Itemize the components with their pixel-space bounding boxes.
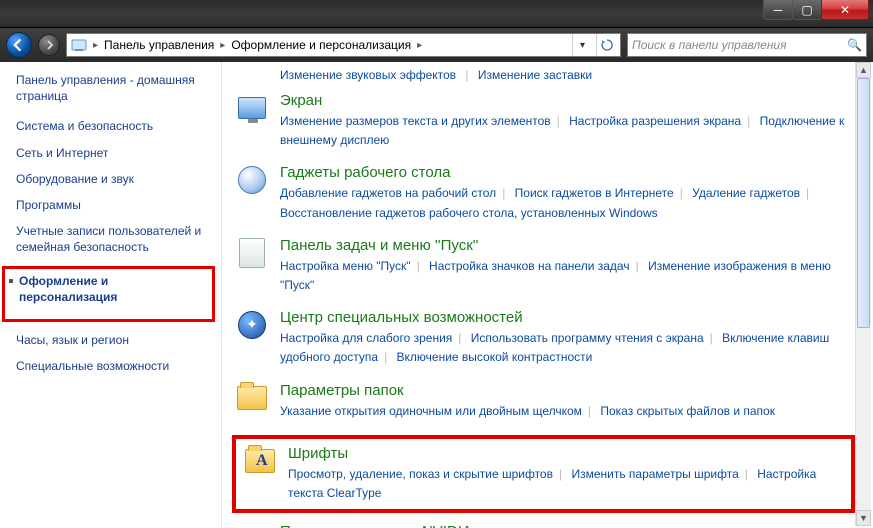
taskbar-icon bbox=[236, 237, 268, 269]
search-placeholder: Поиск в панели управления bbox=[632, 38, 787, 52]
sidebar-item-programs[interactable]: Программы bbox=[16, 197, 209, 213]
minimize-button[interactable]: ─ bbox=[763, 0, 793, 20]
maximize-button[interactable]: ▢ bbox=[792, 0, 822, 20]
category-folder-options: Параметры папок Указание открытия одиноч… bbox=[236, 382, 855, 421]
category-title[interactable]: Панель управления NVIDIA bbox=[280, 523, 855, 528]
link-click-mode[interactable]: Указание открытия одиночным или двойным … bbox=[280, 404, 582, 418]
link-hidden-files[interactable]: Показ скрытых файлов и папок bbox=[600, 404, 775, 418]
category-title[interactable]: Центр специальных возможностей bbox=[280, 309, 855, 326]
arrow-left-icon bbox=[12, 38, 26, 52]
address-breadcrumb[interactable]: ▸ Панель управления ▸ Оформление и персо… bbox=[66, 33, 621, 57]
link-screensaver[interactable]: Изменение заставки bbox=[478, 68, 592, 82]
fonts-icon: A bbox=[244, 445, 276, 477]
refresh-button[interactable] bbox=[596, 34, 616, 56]
category-fonts: A Шрифты Просмотр, удаление, показ и скр… bbox=[244, 445, 843, 503]
sidebar-item-appearance-current: Оформление и персонализация bbox=[19, 273, 206, 305]
sidebar-item-ease-of-access[interactable]: Специальные возможности bbox=[16, 358, 209, 374]
link-restore-gadgets[interactable]: Восстановление гаджетов рабочего стола, … bbox=[280, 206, 658, 220]
link-font-settings[interactable]: Изменить параметры шрифта bbox=[571, 467, 738, 481]
sidebar-navigation: Панель управления - домашняя страница Си… bbox=[0, 62, 222, 528]
category-gadgets: Гаджеты рабочего стола Добавление гаджет… bbox=[236, 164, 855, 222]
link-sound-effects[interactable]: Изменение звуковых эффектов bbox=[280, 68, 456, 82]
chevron-right-icon: ▸ bbox=[218, 40, 227, 51]
arrow-right-icon bbox=[44, 40, 54, 50]
address-toolbar: ▸ Панель управления ▸ Оформление и персо… bbox=[0, 28, 873, 62]
window-buttons: ─ ▢ ✕ bbox=[764, 0, 869, 20]
highlight-box-fonts: A Шрифты Просмотр, удаление, показ и скр… bbox=[232, 435, 855, 513]
category-ease-of-access: Центр специальных возможностей Настройка… bbox=[236, 309, 855, 367]
link-add-gadgets[interactable]: Добавление гаджетов на рабочий стол bbox=[280, 186, 496, 200]
link-taskbar-icons[interactable]: Настройка значков на панели задач bbox=[429, 259, 630, 273]
sidebar-home-link[interactable]: Панель управления - домашняя страница bbox=[16, 72, 209, 104]
category-title[interactable]: Параметры папок bbox=[280, 382, 855, 399]
link-low-vision[interactable]: Настройка для слабого зрения bbox=[280, 331, 452, 345]
sidebar-item-user-accounts[interactable]: Учетные записи пользователей и семейная … bbox=[16, 223, 209, 255]
breadcrumb-item[interactable]: Панель управления bbox=[104, 38, 214, 52]
link-start-menu[interactable]: Настройка меню "Пуск" bbox=[280, 259, 411, 273]
category-display: Экран Изменение размеров текста и других… bbox=[236, 92, 855, 150]
sidebar-item-clock-language[interactable]: Часы, язык и регион bbox=[16, 332, 209, 348]
search-input[interactable]: Поиск в панели управления 🔍 bbox=[627, 33, 867, 57]
sidebar-item-network[interactable]: Сеть и Интернет bbox=[16, 145, 209, 161]
scroll-down-button[interactable]: ▼ bbox=[856, 510, 871, 526]
refresh-icon bbox=[601, 39, 613, 51]
personalization-trailing-links: Изменение звуковых эффектов | Изменение … bbox=[236, 68, 855, 82]
breadcrumb-item[interactable]: Оформление и персонализация bbox=[231, 38, 411, 52]
category-taskbar: Панель задач и меню ''Пуск'' Настройка м… bbox=[236, 237, 855, 295]
link-high-contrast[interactable]: Включение высокой контрастности bbox=[397, 350, 593, 364]
nvidia-icon bbox=[236, 523, 268, 528]
gadget-icon bbox=[236, 164, 268, 196]
category-nvidia: Панель управления NVIDIA bbox=[236, 523, 855, 528]
sidebar-item-system-security[interactable]: Система и безопасность bbox=[16, 118, 209, 134]
nav-forward-button[interactable] bbox=[38, 34, 60, 56]
category-title[interactable]: Гаджеты рабочего стола bbox=[280, 164, 855, 181]
category-list: Изменение звуковых эффектов | Изменение … bbox=[222, 62, 873, 528]
link-resolution[interactable]: Настройка разрешения экрана bbox=[569, 114, 741, 128]
current-bullet-icon bbox=[9, 279, 13, 283]
highlight-box-sidebar: Оформление и персонализация bbox=[2, 266, 215, 322]
category-title[interactable]: Экран bbox=[280, 92, 855, 109]
link-remove-gadgets[interactable]: Удаление гаджетов bbox=[692, 186, 800, 200]
link-screen-reader[interactable]: Использовать программу чтения с экрана bbox=[471, 331, 704, 345]
scroll-up-button[interactable]: ▲ bbox=[856, 62, 871, 78]
folder-icon bbox=[236, 382, 268, 414]
scroll-thumb[interactable] bbox=[857, 78, 870, 328]
window-titlebar: ─ ▢ ✕ bbox=[0, 0, 873, 28]
link-view-fonts[interactable]: Просмотр, удаление, показ и скрытие шриф… bbox=[288, 467, 553, 481]
monitor-icon bbox=[236, 92, 268, 124]
main-content-area: Панель управления - домашняя страница Си… bbox=[0, 62, 873, 528]
chevron-right-icon: ▸ bbox=[91, 40, 100, 51]
history-dropdown-button[interactable]: ▾ bbox=[572, 34, 592, 56]
close-button[interactable]: ✕ bbox=[821, 0, 869, 20]
link-text-size[interactable]: Изменение размеров текста и других элеме… bbox=[280, 114, 551, 128]
scroll-track[interactable] bbox=[856, 78, 871, 510]
search-icon: 🔍 bbox=[847, 38, 862, 52]
sidebar-item-hardware-sound[interactable]: Оборудование и звук bbox=[16, 171, 209, 187]
chevron-right-icon: ▸ bbox=[415, 40, 424, 51]
accessibility-icon bbox=[236, 309, 268, 341]
category-title[interactable]: Шрифты bbox=[288, 445, 843, 462]
vertical-scrollbar[interactable]: ▲ ▼ bbox=[855, 62, 871, 526]
nav-back-button[interactable] bbox=[6, 32, 32, 58]
category-title[interactable]: Панель задач и меню ''Пуск'' bbox=[280, 237, 855, 254]
link-find-gadgets[interactable]: Поиск гаджетов в Интернете bbox=[515, 186, 674, 200]
control-panel-icon bbox=[71, 37, 87, 53]
